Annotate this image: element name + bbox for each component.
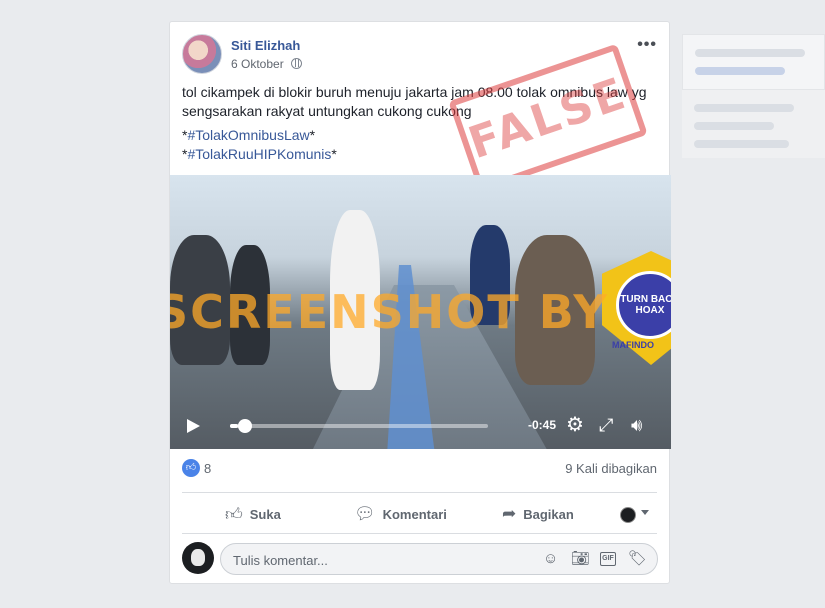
reaction-counts: 👍︎ 8 9 Kali dibagikan	[182, 459, 657, 479]
author-avatar[interactable]	[182, 34, 222, 74]
share-count[interactable]: 9 Kali dibagikan	[565, 461, 657, 476]
sidebar-placeholder-line	[694, 122, 774, 130]
right-sidebar-blurred	[682, 34, 825, 158]
comment-composer: ☺ 📷︎ GIF 🏷︎	[182, 542, 658, 575]
comment-input[interactable]	[233, 551, 523, 569]
thumbs-up-icon: 👍︎	[225, 505, 243, 524]
volume-icon[interactable]: 🔊︎	[631, 416, 642, 434]
author-name[interactable]: Siti Elizhah	[231, 38, 300, 53]
like-label: Suka	[249, 507, 281, 522]
sidebar-placeholder-line	[695, 49, 805, 57]
like-count[interactable]: 8	[204, 461, 211, 476]
settings-icon[interactable]: ⚙	[566, 415, 584, 435]
hashtag-suffix: *	[331, 146, 337, 162]
audience-avatar[interactable]	[620, 507, 636, 523]
gif-icon[interactable]: GIF	[600, 552, 616, 566]
camera-icon[interactable]: 📷︎	[571, 551, 590, 567]
video-player[interactable]: TURN BACK HOAX MAFINDO SCREENSHOT BY -0:…	[170, 175, 671, 449]
commenter-avatar	[182, 542, 214, 574]
more-options-icon[interactable]: •••	[637, 36, 657, 54]
divider	[182, 533, 657, 534]
sticker-icon[interactable]: 🏷︎	[628, 551, 647, 567]
divider	[182, 492, 657, 493]
fullscreen-icon[interactable]: ⤢	[599, 416, 613, 434]
sidebar-placeholder-line	[694, 140, 789, 148]
hashtag-line-2: *#TolakRuuHIPKomunis*	[182, 146, 337, 162]
hashtag-link[interactable]: #TolakOmnibusLaw	[187, 127, 309, 143]
hashtag-link[interactable]: #TolakRuuHIPKomunis	[187, 146, 331, 162]
globe-icon	[291, 58, 303, 69]
post-card: Siti Elizhah 6 Oktober ••• tol cikampek …	[169, 21, 671, 584]
post-meta: 6 Oktober	[231, 57, 303, 71]
comment-box[interactable]: ☺ 📷︎ GIF 🏷︎	[220, 543, 658, 575]
share-button[interactable]: ➦ Bagikan	[502, 504, 574, 524]
video-progress-bar[interactable]	[230, 424, 488, 428]
video-progress-fill	[230, 424, 238, 428]
share-arrow-icon: ➦	[502, 504, 517, 523]
video-scrubber-handle[interactable]	[237, 419, 252, 433]
screenshot-watermark: SCREENSHOT BY	[170, 285, 609, 339]
sidebar-placeholder-line	[694, 104, 794, 112]
video-controls: -0:45 ⚙ ⤢ 🔊︎	[170, 401, 671, 449]
sidebar-placeholder-line	[695, 67, 785, 75]
speech-bubble-icon: 💬︎	[354, 504, 376, 523]
badge-org: MAFINDO	[612, 340, 654, 350]
remaining-time: -0:45	[528, 418, 557, 432]
comment-button[interactable]: 💬︎ Komentari	[354, 504, 447, 524]
play-icon[interactable]	[187, 419, 200, 433]
hashtag-line-1: *#TolakOmnibusLaw*	[182, 127, 315, 143]
badge-text: TURN BACK HOAX	[620, 294, 671, 316]
hashtag-suffix: *	[309, 127, 316, 143]
comment-label: Komentari	[382, 506, 447, 522]
chevron-down-icon[interactable]	[641, 510, 649, 515]
action-bar: 👍︎ Suka 💬︎ Komentari ➦ Bagikan	[182, 496, 657, 534]
like-reaction-icon[interactable]: 👍︎	[182, 459, 200, 477]
sidebar-card	[682, 34, 825, 90]
post-date[interactable]: 6 Oktober	[231, 57, 284, 71]
like-button[interactable]: 👍︎ Suka	[225, 504, 281, 525]
share-label: Bagikan	[523, 506, 574, 522]
emoji-icon[interactable]: ☺	[543, 551, 558, 567]
